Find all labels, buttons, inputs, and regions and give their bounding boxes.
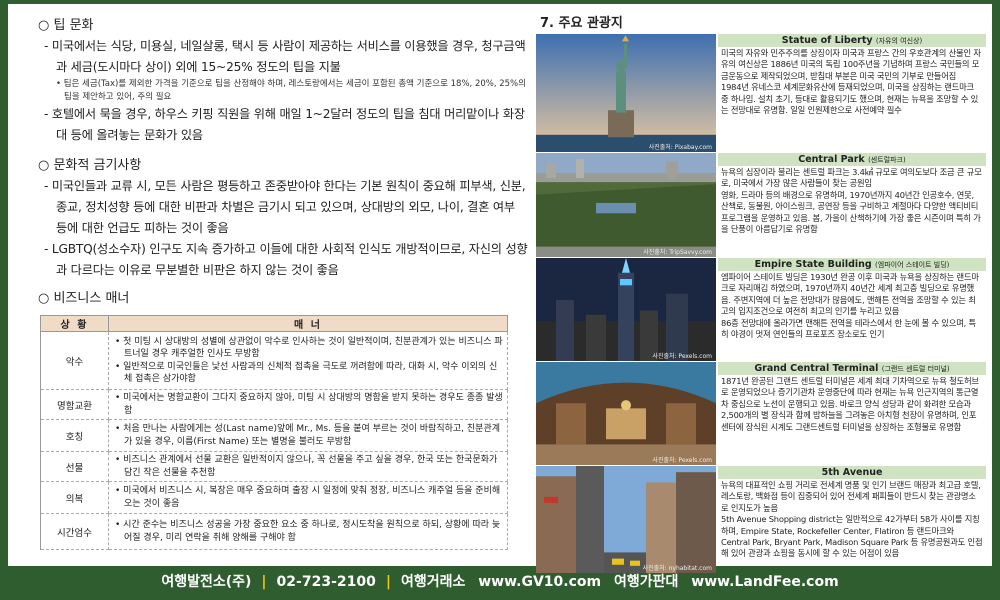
manner-heading: ○ 비즈니스 매너	[38, 291, 130, 306]
attraction-description: 1871년 완공된 그랜드 센트럴 터미널은 세계 최대 기차역으로 뉴욕 철도…	[721, 376, 979, 432]
attractions-title: 7. 주요 관광지	[540, 16, 623, 31]
attraction-description: 엠파이어 스테이트 빌딩은 1930년 완공 이후 미국과 뉴욕을 상징하는 랜…	[721, 272, 979, 317]
attraction-photo: 사진출처: TripSavvy.com	[536, 153, 716, 257]
table-cell-situation: 명함교환	[40, 389, 109, 420]
manner-bullet: 미국에서는 명함교환이 그다지 중요하지 않아, 미팅 시 상대방의 명함을 받…	[115, 392, 503, 416]
footer-phone: 02-723-2100	[276, 574, 376, 590]
attraction-korean-name: (그랜드 센트럴 터미널)	[881, 365, 950, 373]
attraction-info: Grand Central Terminal (그랜드 센트럴 터미널) 1871…	[718, 362, 986, 434]
attraction-photo: 사진출처: Pixabay.com	[536, 34, 716, 152]
table-cell-manner: 처음 만나는 사람에게는 성(Last name)앞에 Mr., Ms. 등을 …	[108, 419, 508, 452]
attraction-title: Central Park (센트럴파크)	[718, 153, 986, 166]
attraction-description: 86층 전망대에 올라가면 맨해튼 전역을 테라스에서 한 눈에 볼 수 있으며…	[721, 317, 976, 340]
tip-note: • 팁은 세금(Tax)를 제외한 가격을 기준으로 팁을 산정해야 하며, 레…	[56, 79, 526, 102]
attraction-name: Empire State Building	[754, 259, 872, 270]
attraction-korean-name: (센트럴파크)	[868, 156, 906, 164]
tip-paragraph-2: - 호텔에서 묵을 경우, 하우스 키핑 직원을 위해 매일 1~2달러 정도의…	[44, 107, 525, 142]
table-cell-situation: 선물	[40, 451, 109, 482]
tip-paragraph-1: - 미국에서는 식당, 미용실, 네일살롱, 택시 등 사람이 제공하는 서비스…	[44, 39, 526, 74]
attraction-card: 사진출처: Pexels.com Empire State Building (엠…	[536, 258, 986, 361]
manner-bullet: 미국에서 비즈니스 시, 복장은 매우 중요하며 출장 시 일정에 맞춰 정장,…	[115, 485, 503, 509]
manner-bullet: 일반적으로 미국인들은 낯선 사람과의 신체적 접촉을 극도로 꺼려함에 따라,…	[115, 361, 503, 385]
taboo-paragraph-2: - LGBTQ(성소수자) 인구도 지속 증가하고 이들에 대한 사회적 인식도…	[44, 242, 528, 277]
attraction-title: Empire State Building (엠파이어 스테이트 빌딩)	[718, 258, 986, 271]
attraction-info: Statue of Liberty (자유의 여신상) 미국의 자유와 민주주의를…	[718, 34, 986, 117]
manner-bullet: 비즈니스 관계에서 선물 교환은 일반적이지 않으나, 꼭 선물을 주고 싶을 …	[115, 454, 503, 478]
attraction-description: 뉴욕의 대표적인 쇼핑 거리로 전세계 명품 및 인기 브랜드 매장과 최고급 …	[721, 480, 981, 513]
table-row: 선물비즈니스 관계에서 선물 교환은 일반적이지 않으나, 꼭 선물을 주고 싶…	[40, 451, 508, 482]
table-cell-manner: 미국에서는 명함교환이 그다지 중요하지 않아, 미팅 시 상대방의 명함을 받…	[108, 389, 508, 420]
attraction-photo: 사진출처: nyhabitat.com	[536, 466, 716, 573]
attraction-card: 사진출처: Pexels.com Grand Central Terminal (…	[536, 362, 986, 465]
attraction-description: 뉴욕의 심장이라 불리는 센트럴 파크는 3.4㎢ 규모로 여의도보다 조금 큰…	[721, 167, 982, 189]
table-row: 의복미국에서 비즈니스 시, 복장은 매우 중요하며 출장 시 일정에 맞춰 정…	[40, 481, 508, 514]
table-header-situation: 상 황	[40, 315, 109, 332]
table-row: 악수첫 미팅 시 상대방의 성별에 상관없이 악수로 인사하는 것이 일반적이며…	[40, 331, 508, 390]
attraction-card: 사진출처: nyhabitat.com 5th Avenue 뉴욕의 대표적인 쇼…	[536, 466, 986, 573]
attraction-name: Grand Central Terminal	[754, 363, 879, 374]
attraction-info: Empire State Building (엠파이어 스테이트 빌딩) 엠파이어…	[718, 258, 986, 341]
table-cell-manner: 비즈니스 관계에서 선물 교환은 일반적이지 않으나, 꼭 선물을 주고 싶을 …	[108, 451, 508, 482]
manner-bullet: 시간 준수는 비즈니스 성공을 가장 중요한 요소 중 하나로, 정시도착을 원…	[115, 519, 503, 543]
table-cell-situation: 호칭	[40, 419, 109, 452]
attraction-card: 사진출처: Pixabay.com Statue of Liberty (자유의 …	[536, 34, 986, 152]
table-row: 호칭처음 만나는 사람에게는 성(Last name)앞에 Mr., Ms. 등…	[40, 419, 508, 452]
page: ○ 팁 문화 - 미국에서는 식당, 미용실, 네일살롱, 택시 등 사람이 제…	[8, 4, 992, 573]
footer-separator: |	[261, 574, 267, 590]
table-cell-situation: 악수	[40, 331, 109, 390]
manner-bullet: 처음 만나는 사람에게는 성(Last name)앞에 Mr., Ms. 등을 …	[115, 423, 503, 447]
tip-heading: ○ 팁 문화	[38, 18, 94, 33]
table-cell-manner: 미국에서 비즈니스 시, 복장은 매우 중요하며 출장 시 일정에 맞춰 정장,…	[108, 481, 508, 514]
left-column: ○ 팁 문화 - 미국에서는 식당, 미용실, 네일살롱, 택시 등 사람이 제…	[38, 10, 528, 550]
footer-url-1[interactable]: www.GV10.com	[478, 574, 601, 590]
footer-company: 여행발전소(주)	[161, 574, 252, 590]
attraction-name: Central Park	[798, 154, 865, 165]
attraction-description: 1984년 유네스코 세계문화유산에 등재되었으며, 미국을 상징하는 랜드마크…	[721, 82, 979, 116]
photo-credit: 사진출처: Pexels.com	[652, 353, 712, 360]
attraction-korean-name: (엠파이어 스테이트 빌딩)	[875, 261, 950, 269]
attraction-title: 5th Avenue	[718, 466, 986, 479]
taboo-heading: ○ 문화적 금기사항	[38, 158, 142, 173]
footer-url-2[interactable]: www.LandFee.com	[691, 574, 838, 590]
attraction-card: 사진출처: TripSavvy.com Central Park (센트럴파크) 뉴…	[536, 153, 986, 257]
taboo-paragraph-1: - 미국인들과 교류 시, 모든 사람은 평등하고 존중받아야 한다는 기본 원…	[44, 179, 526, 235]
footer-name-1: 여행거래소	[400, 574, 466, 590]
table-header-manner: 매 너	[108, 315, 508, 332]
table-cell-situation: 시간엄수	[40, 513, 109, 550]
attraction-description: 미국의 자유와 민주주의를 상징이자 미국과 프랑스 간의 우호관계의 산물인 …	[721, 48, 981, 81]
attraction-korean-name: (자유의 여신상)	[875, 37, 923, 45]
photo-credit: 사진출처: Pexels.com	[652, 457, 712, 464]
manner-bullet: 첫 미팅 시 상대방의 성별에 상관없이 악수로 인사하는 것이 일반적이며, …	[115, 336, 503, 360]
attraction-name: 5th Avenue	[821, 467, 883, 478]
table-cell-manner: 첫 미팅 시 상대방의 성별에 상관없이 악수로 인사하는 것이 일반적이며, …	[108, 331, 508, 390]
attraction-name: Statue of Liberty	[781, 35, 873, 46]
attraction-title: Statue of Liberty (자유의 여신상)	[718, 34, 986, 47]
table-cell-manner: 시간 준수는 비즈니스 성공을 가장 중요한 요소 중 하나로, 정시도착을 원…	[108, 513, 508, 550]
table-row: 시간엄수시간 준수는 비즈니스 성공을 가장 중요한 요소 중 하나로, 정시도…	[40, 513, 508, 550]
attraction-title: Grand Central Terminal (그랜드 센트럴 터미널)	[718, 362, 986, 375]
table-row: 명함교환미국에서는 명함교환이 그다지 중요하지 않아, 미팅 시 상대방의 명…	[40, 389, 508, 420]
table-cell-situation: 의복	[40, 481, 109, 514]
right-column: 7. 주요 관광지 사진출처: Pixabay.com Statue of Lib…	[536, 12, 986, 573]
footer-separator: |	[385, 574, 391, 590]
attraction-info: 5th Avenue 뉴욕의 대표적인 쇼핑 거리로 전세계 명품 및 인기 브…	[718, 466, 986, 561]
photo-credit: 사진출처: TripSavvy.com	[643, 249, 712, 256]
footer-name-2: 여행가판대	[613, 574, 679, 590]
attraction-info: Central Park (센트럴파크) 뉴욕의 심장이라 불리는 센트럴 파크는…	[718, 153, 986, 236]
attraction-description: 5th Avenue Shopping district는 일반적으로 42가부…	[721, 514, 983, 559]
attraction-photo: 사진출처: Pexels.com	[536, 362, 716, 465]
attraction-photo: 사진출처: Pexels.com	[536, 258, 716, 361]
photo-credit: 사진출처: Pixabay.com	[648, 144, 712, 151]
footer-bar: 여행발전소(주) | 02-723-2100 | 여행거래소 www.GV10.com …	[0, 566, 1000, 600]
attraction-description: 영화, 드라마 등의 배경으로 유명하며, 1970년까지 40년간 인공호수,…	[721, 189, 981, 235]
manner-table: 상 황 매 너 악수첫 미팅 시 상대방의 성별에 상관없이 악수로 인사하는 …	[40, 315, 508, 550]
